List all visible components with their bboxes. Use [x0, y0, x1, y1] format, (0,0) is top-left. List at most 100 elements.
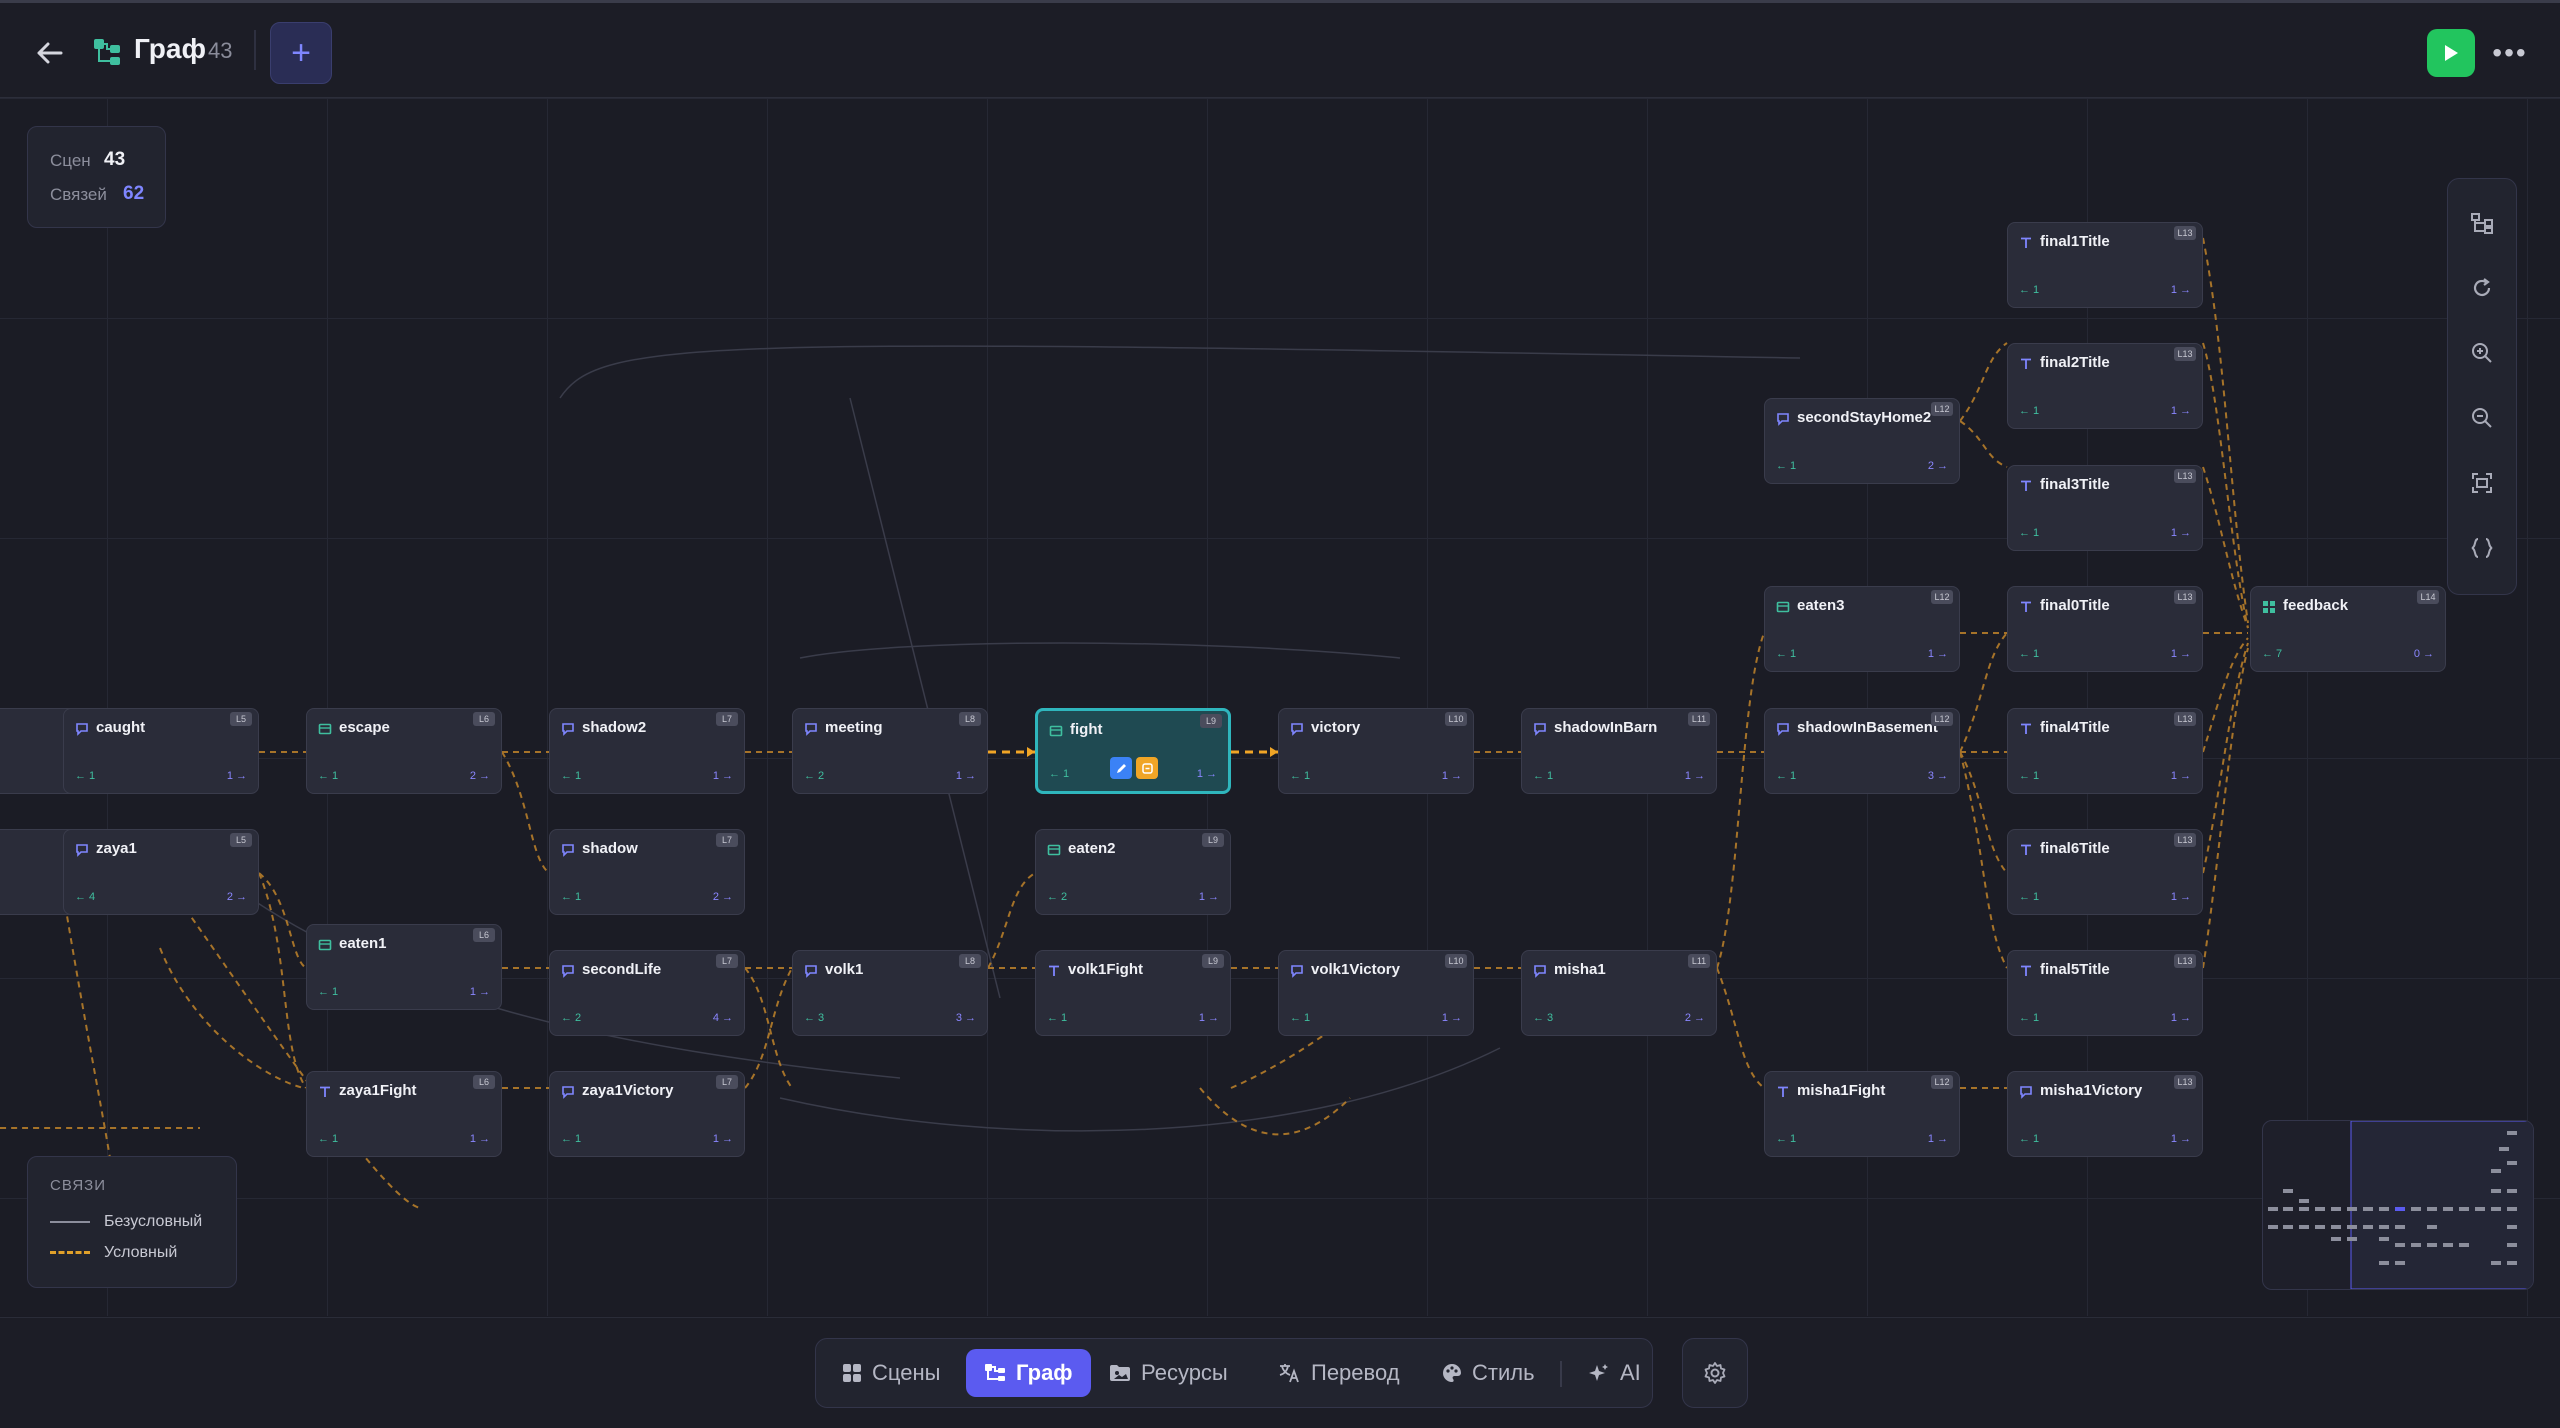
tab-ai[interactable]: AI [1570, 1349, 1659, 1397]
graph-node-misha1Fight[interactable]: misha1Fight L12 ← 1 1 → [1764, 1071, 1960, 1157]
graph-node-final5Title[interactable]: final5Title L13 ← 1 1 → [2007, 950, 2203, 1036]
node-output-port[interactable]: 1 → [2171, 770, 2191, 782]
node-input-port[interactable]: ← 1 [1776, 1133, 1796, 1145]
node-input-port[interactable]: ← 1 [1047, 1012, 1067, 1024]
node-input-port[interactable]: ← 1 [2019, 527, 2039, 539]
node-input-port[interactable]: ← 1 [75, 770, 95, 782]
add-scene-button[interactable]: + [270, 22, 332, 84]
graph-node-volk1[interactable]: volk1 L8 ← 3 3 → [792, 950, 988, 1036]
graph-node-final6Title[interactable]: final6Title L13 ← 1 1 → [2007, 829, 2203, 915]
node-input-port[interactable]: ← 1 [561, 1133, 581, 1145]
more-menu-button[interactable]: ••• [2486, 29, 2534, 77]
node-output-port[interactable]: 4 → [713, 1012, 733, 1024]
node-output-port[interactable]: 1 → [713, 770, 733, 782]
graph-node-zaya1[interactable]: zaya1 L5 ← 4 2 → [63, 829, 259, 915]
node-output-port[interactable]: 1 → [2171, 405, 2191, 417]
graph-node-volk1Victory[interactable]: volk1Victory L10 ← 1 1 → [1278, 950, 1474, 1036]
node-input-port[interactable]: ← 1 [318, 986, 338, 998]
graph-node-volk1Fight[interactable]: volk1Fight L9 ← 1 1 → [1035, 950, 1231, 1036]
zoom-out-button[interactable] [2462, 398, 2502, 438]
node-output-port[interactable]: 1 → [470, 986, 490, 998]
node-input-port[interactable]: ← 1 [1776, 648, 1796, 660]
graph-node-secondLife[interactable]: secondLife L7 ← 2 4 → [549, 950, 745, 1036]
node-input-port[interactable]: ← 1 [2019, 1012, 2039, 1024]
tab-resources[interactable]: Ресурсы [1091, 1349, 1246, 1397]
graph-node-meeting[interactable]: meeting L8 ← 2 1 → [792, 708, 988, 794]
node-input-port[interactable]: ← 1 [561, 770, 581, 782]
tab-translation[interactable]: Перевод [1261, 1349, 1418, 1397]
graph-node-misha1[interactable]: misha1 L11 ← 3 2 → [1521, 950, 1717, 1036]
graph-node-shadow2[interactable]: shadow2 L7 ← 1 1 → [549, 708, 745, 794]
node-input-port[interactable]: ← 1 [1290, 770, 1310, 782]
node-input-port[interactable]: ← 2 [804, 770, 824, 782]
tab-scenes[interactable]: Сцены [824, 1349, 958, 1397]
zoom-in-button[interactable] [2462, 333, 2502, 373]
node-output-port[interactable]: 1 → [713, 1133, 733, 1145]
node-input-port[interactable]: ← 1 [2019, 405, 2039, 417]
graph-node-secondStayHome2[interactable]: secondStayHome2 L12 ← 1 2 → [1764, 398, 1960, 484]
node-output-port[interactable]: 1 → [2171, 1133, 2191, 1145]
node-output-port[interactable]: 2 → [1685, 1012, 1705, 1024]
node-input-port[interactable]: ← 1 [561, 891, 581, 903]
node-input-port[interactable]: ← 7 [2262, 648, 2282, 660]
node-input-port[interactable]: ← 1 [1776, 460, 1796, 472]
node-input-port[interactable]: ← 1 [1533, 770, 1553, 782]
play-button[interactable] [2427, 29, 2475, 77]
minimap[interactable] [2262, 1120, 2534, 1290]
node-input-port[interactable]: ← 1 [1776, 770, 1796, 782]
graph-node-feedback[interactable]: feedback L14 ← 7 0 → [2250, 586, 2446, 672]
graph-node-caught[interactable]: caught L5 ← 1 1 → [63, 708, 259, 794]
node-input-port[interactable]: ← 1 [2019, 284, 2039, 296]
node-output-port[interactable]: 1 → [1928, 1133, 1948, 1145]
graph-node-final0Title[interactable]: final0Title L13 ← 1 1 → [2007, 586, 2203, 672]
fit-view-button[interactable] [2462, 463, 2502, 503]
graph-node-eaten3[interactable]: eaten3 L12 ← 1 1 → [1764, 586, 1960, 672]
graph-node-misha1Victory[interactable]: misha1Victory L13 ← 1 1 → [2007, 1071, 2203, 1157]
back-button[interactable] [30, 33, 70, 73]
node-output-port[interactable]: 1 → [1197, 768, 1217, 780]
node-input-port[interactable]: ← 3 [804, 1012, 824, 1024]
node-output-port[interactable]: 1 → [1685, 770, 1705, 782]
graph-node-final4Title[interactable]: final4Title L13 ← 1 1 → [2007, 708, 2203, 794]
node-output-port[interactable]: 3 → [956, 1012, 976, 1024]
node-output-port[interactable]: 1 → [470, 1133, 490, 1145]
node-output-port[interactable]: 1 → [2171, 648, 2191, 660]
graph-node-shadowInBarn[interactable]: shadowInBarn L11 ← 1 1 → [1521, 708, 1717, 794]
graph-node-fight[interactable]: fight L9 ← 1 1 → [1035, 708, 1231, 794]
node-output-port[interactable]: 2 → [227, 891, 247, 903]
node-output-port[interactable]: 1 → [1442, 770, 1462, 782]
node-output-port[interactable]: 2 → [470, 770, 490, 782]
tab-style[interactable]: Стиль [1424, 1349, 1553, 1397]
graph-node-final1Title[interactable]: final1Title L13 ← 1 1 → [2007, 222, 2203, 308]
node-input-port[interactable]: ← 4 [75, 891, 95, 903]
graph-node-eaten2[interactable]: eaten2 L9 ← 2 1 → [1035, 829, 1231, 915]
settings-button[interactable] [1682, 1338, 1748, 1408]
node-output-port[interactable]: 2 → [713, 891, 733, 903]
graph-node-final2Title[interactable]: final2Title L13 ← 1 1 → [2007, 343, 2203, 429]
node-input-port[interactable]: ← 1 [1049, 768, 1069, 780]
graph-node-zaya1Fight[interactable]: zaya1Fight L6 ← 1 1 → [306, 1071, 502, 1157]
node-input-port[interactable]: ← 1 [2019, 891, 2039, 903]
node-input-port[interactable]: ← 1 [318, 1133, 338, 1145]
node-input-port[interactable]: ← 1 [1290, 1012, 1310, 1024]
graph-node-final3Title[interactable]: final3Title L13 ← 1 1 → [2007, 465, 2203, 551]
node-output-port[interactable]: 1 → [2171, 891, 2191, 903]
node-output-port[interactable]: 1 → [956, 770, 976, 782]
tab-graph[interactable]: Граф [966, 1349, 1091, 1397]
edit-icon[interactable] [1110, 757, 1132, 779]
refresh-button[interactable] [2462, 268, 2502, 308]
node-output-port[interactable]: 3 → [1928, 770, 1948, 782]
node-output-port[interactable]: 1 → [1199, 1012, 1219, 1024]
node-input-port[interactable]: ← 2 [561, 1012, 581, 1024]
node-output-port[interactable]: 1 → [227, 770, 247, 782]
auto-layout-button[interactable] [2462, 203, 2502, 243]
node-output-port[interactable]: 1 → [2171, 527, 2191, 539]
graph-node-shadow[interactable]: shadow L7 ← 1 2 → [549, 829, 745, 915]
node-input-port[interactable]: ← 1 [2019, 770, 2039, 782]
node-input-port[interactable]: ← 1 [318, 770, 338, 782]
node-output-port[interactable]: 1 → [1199, 891, 1219, 903]
node-output-port[interactable]: 2 → [1928, 460, 1948, 472]
graph-node-victory[interactable]: victory L10 ← 1 1 → [1278, 708, 1474, 794]
node-output-port[interactable]: 1 → [2171, 284, 2191, 296]
node-output-port[interactable]: 1 → [1442, 1012, 1462, 1024]
